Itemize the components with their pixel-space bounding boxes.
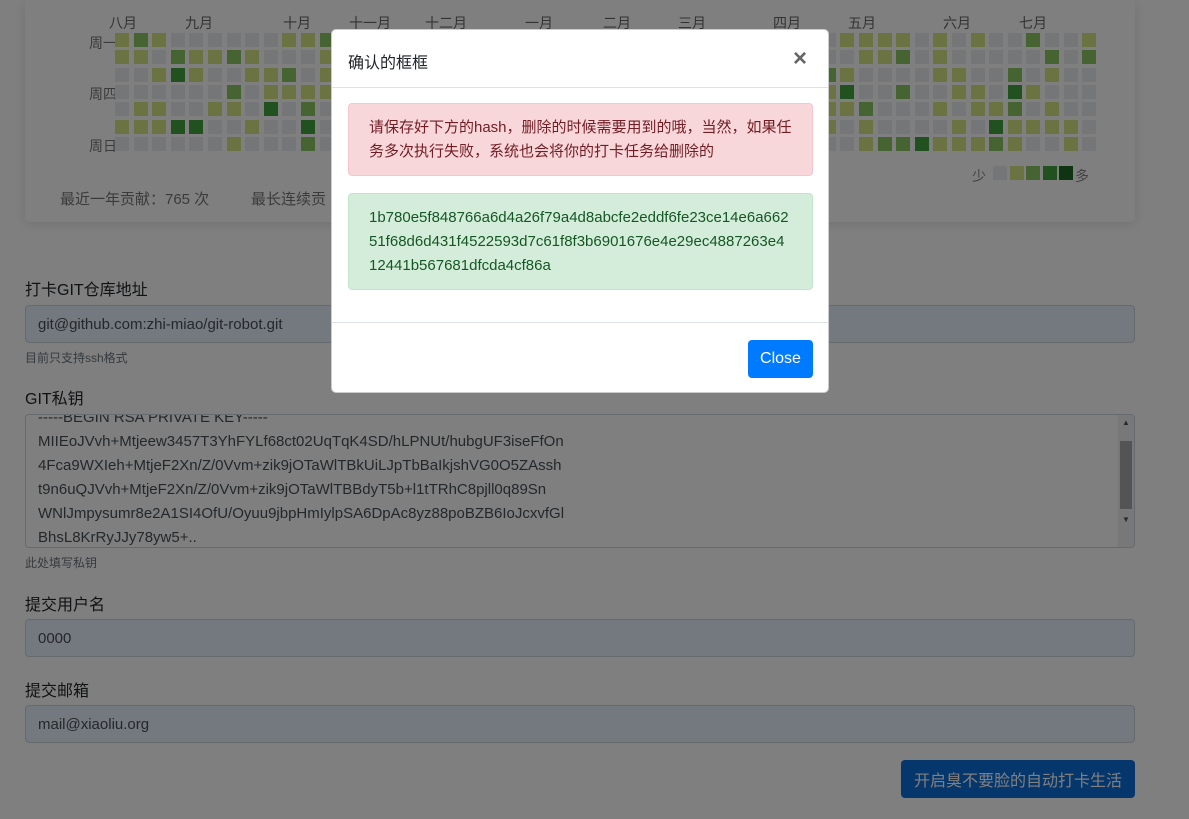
confirm-modal: 确认的框框 × 请保存好下方的hash，删除的时候需要用到的哦，当然，如果任务多… <box>331 29 829 393</box>
modal-header: 确认的框框 × <box>332 30 828 88</box>
warning-alert: 请保存好下方的hash，删除的时候需要用到的哦，当然，如果任务多次执行失败，系统… <box>348 103 813 176</box>
hash-alert: 1b780e5f848766a6d4a26f79a4d8abcfe2eddf6f… <box>348 193 813 290</box>
modal-title: 确认的框框 <box>348 55 429 72</box>
close-icon[interactable]: × <box>793 47 807 71</box>
modal-footer: Close <box>332 322 828 393</box>
close-button[interactable]: Close <box>748 340 813 378</box>
